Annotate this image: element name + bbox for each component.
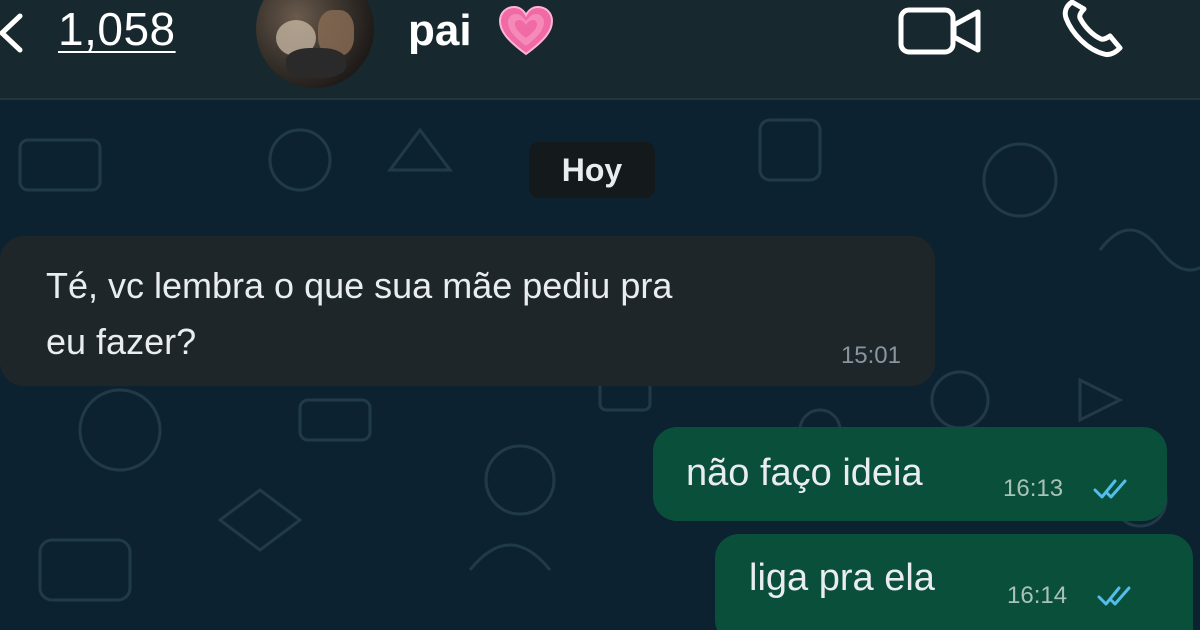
chat-screen: 1,058 pai Hoy Té, vc lembra o que sua mã… <box>0 0 1200 630</box>
message-text: Té, vc lembra o que sua mãe pediu pra eu… <box>46 265 673 362</box>
date-chip: Hoy <box>529 142 655 198</box>
outgoing-message[interactable]: liga pra ela 16:14 <box>715 534 1193 630</box>
contact-name[interactable]: pai <box>408 6 472 56</box>
message-time: 15:01 <box>840 342 901 369</box>
chat-header: 1,058 pai <box>0 0 1200 100</box>
phone-icon[interactable] <box>1058 0 1132 60</box>
incoming-message[interactable]: Té, vc lembra o que sua mãe pediu pra eu… <box>0 236 935 386</box>
avatar[interactable] <box>256 0 374 88</box>
pink-heart-icon <box>498 5 554 56</box>
read-receipt-icon <box>1097 586 1131 606</box>
chat-area[interactable]: Hoy Té, vc lembra o que sua mãe pediu pr… <box>0 100 1200 630</box>
message-text: não faço ideia <box>686 452 923 494</box>
message-time: 16:13 <box>1003 475 1064 502</box>
message-text: liga pra ela <box>749 557 935 599</box>
read-receipt-icon <box>1093 479 1127 499</box>
video-camera-icon[interactable] <box>898 6 984 56</box>
chevron-left-icon <box>0 13 23 53</box>
outgoing-message[interactable]: não faço ideia 16:13 <box>653 427 1167 521</box>
unread-count: 1,058 <box>58 3 176 55</box>
message-time: 16:14 <box>1007 582 1068 609</box>
back-button[interactable]: 1,058 <box>0 0 210 64</box>
